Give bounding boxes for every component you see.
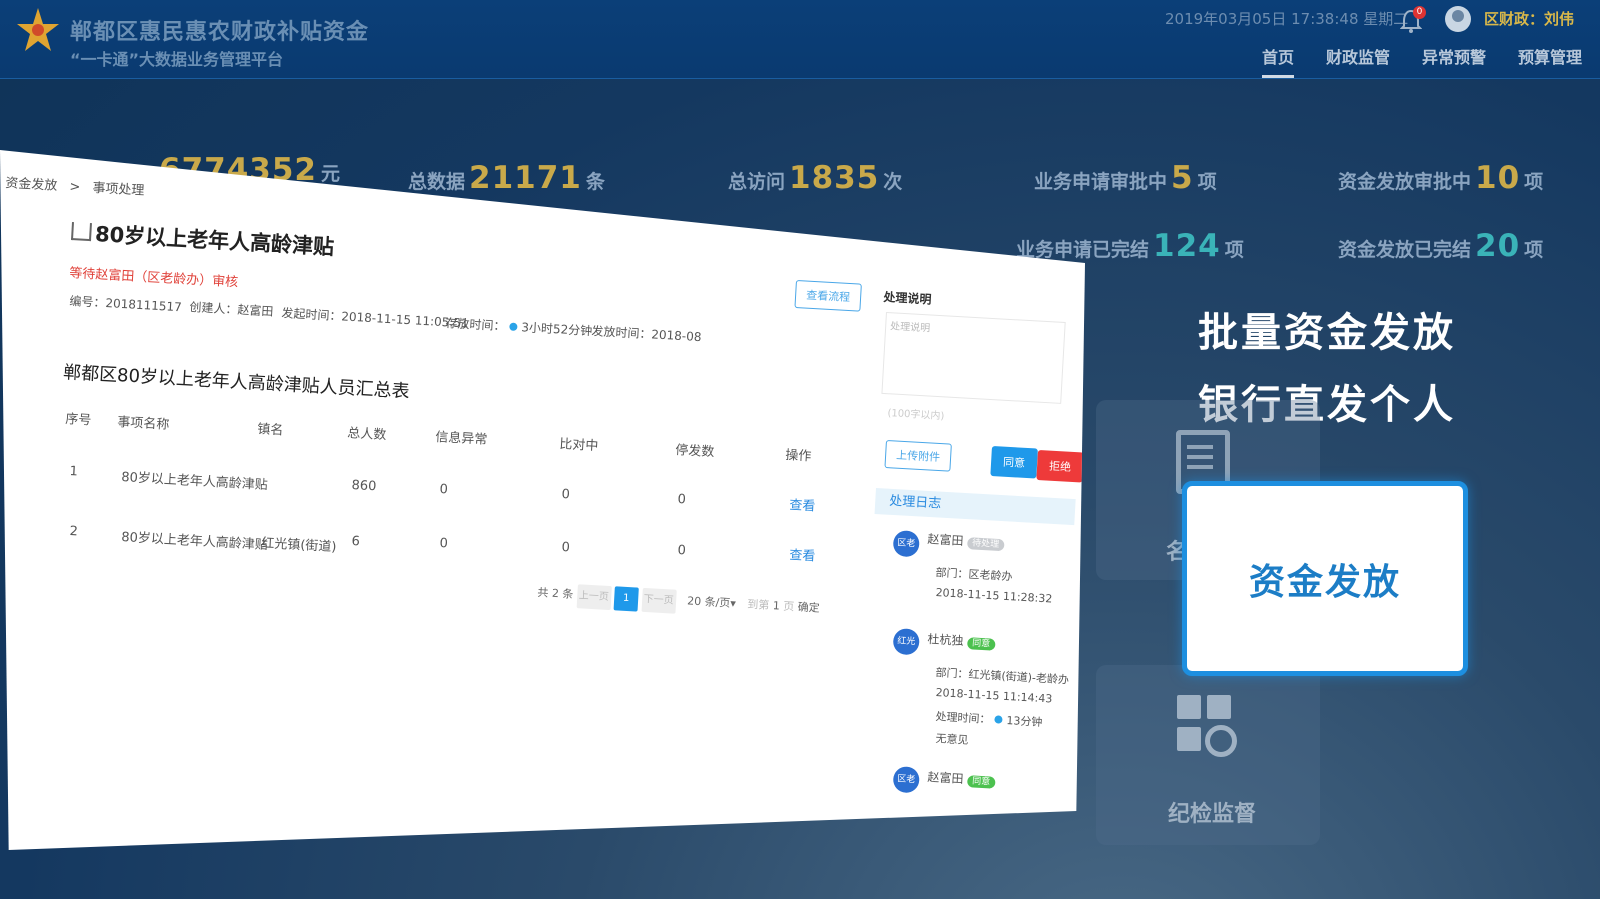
pager-goto-input[interactable]: 1: [772, 599, 780, 612]
meta-start-time: 发起时间：2018-11-15 11:05:51: [281, 305, 470, 331]
fund-disbursement-label: 资金发放: [1248, 561, 1401, 603]
col-town: 镇名: [256, 421, 284, 439]
breadcrumb-funds[interactable]: 资金发放: [5, 176, 58, 194]
discipline-supervision-label[interactable]: 纪检监督: [1168, 796, 1256, 828]
top-bar: 郸都区惠民惠农财政补贴资金 “一卡通”大数据业务管理平台 2019年03月05日…: [0, 0, 1600, 79]
log-note: 无意见: [935, 731, 969, 747]
col-index: 序号: [64, 411, 92, 429]
fund-disbursement-card[interactable]: 资金发放: [1182, 481, 1468, 676]
cell-item-name: 80岁以上老年人高龄津贴: [120, 529, 269, 554]
status-dot-icon: [509, 322, 518, 331]
stat-fund-done: 资金发放已完结 20 项: [1338, 228, 1544, 264]
platform-title: 郸都区惠民惠农财政补贴资金: [70, 20, 370, 45]
log-dept: 部门：红光镇(街道)-老龄办: [935, 665, 1070, 687]
log-duration: 处理时间： 13分钟: [935, 709, 1043, 729]
inspection-icon: [1177, 695, 1237, 769]
stat-fund-pending: 资金发放审批中 10 项: [1338, 160, 1544, 196]
current-datetime: 2019年03月05日 17:38:48 星期二: [1165, 10, 1409, 28]
note-limit: (100字以内): [887, 407, 945, 423]
nav-finance-supervision[interactable]: 财政监管: [1326, 44, 1390, 78]
col-actions: 操作: [784, 447, 812, 465]
await-status: 等待赵富田（区老龄办）审核: [68, 265, 239, 291]
log-time: 2018-11-15 11:28:32: [935, 586, 1053, 606]
stat-total-data: 总数据 21171 条: [408, 160, 605, 196]
pager-total: 共 2 条: [537, 585, 574, 601]
pager-prev-button[interactable]: 上一页: [576, 584, 612, 611]
status-tag: 同意: [966, 637, 996, 651]
detail-panel: 资金发放 > 事项处理 80岁以上老年人高龄津贴 等待赵富田（区老龄办）审核 编…: [0, 150, 1085, 850]
avatar[interactable]: [1445, 6, 1471, 32]
pager-goto-label: 到第: [746, 597, 770, 612]
status-tag: 同意: [966, 775, 996, 789]
log-time: 2018-11-15 11:14:43: [935, 686, 1053, 706]
nav-budget-management[interactable]: 预算管理: [1518, 44, 1582, 78]
table-title: 郸都区80岁以上老年人高龄津贴人员汇总表: [62, 361, 411, 403]
col-info-abnormal: 信息异常: [434, 429, 488, 448]
approve-button[interactable]: 同意: [990, 446, 1038, 479]
pager-page-unit: 页: [782, 599, 795, 614]
pagination: 共 2 条 上一页 1 下一页 20 条/页▾ 到第 1 页 确定: [537, 582, 821, 622]
stat-total-visits: 总访问 1835 次: [728, 160, 903, 196]
promo-line-batch: 批量资金发放: [1198, 310, 1456, 356]
meta-issue-time: 发放时间：2018-08: [591, 323, 702, 345]
cell-info-abnormal: 0: [439, 482, 449, 498]
col-item-name: 事项名称: [116, 414, 170, 433]
current-user[interactable]: 区财政：刘伟: [1484, 8, 1574, 29]
pager-size-select[interactable]: 20 条/页▾: [687, 594, 736, 610]
col-stopped: 停发数: [674, 442, 715, 461]
meta-stay: 存放时间： 3小时52分钟: [445, 315, 593, 339]
pager-confirm-button[interactable]: 确定: [797, 601, 820, 615]
meta-number: 编号：2018111517: [69, 293, 183, 315]
view-link[interactable]: 查看: [789, 494, 816, 514]
breadcrumb: 资金发放 > 事项处理: [5, 172, 145, 199]
status-dot-icon: [994, 715, 1003, 724]
view-link[interactable]: 查看: [789, 544, 816, 564]
cell-item-name: 80岁以上老年人高龄津贴: [120, 469, 269, 494]
cell-total: 6: [351, 534, 361, 550]
cell-total: 860: [351, 478, 377, 495]
cell-comparing: 0: [561, 487, 571, 503]
page-title: 80岁以上老年人高龄津贴: [94, 221, 335, 260]
cell-info-abnormal: 0: [439, 536, 449, 552]
log-avatar: 区老: [892, 766, 920, 794]
nav-anomaly-warning[interactable]: 异常预警: [1422, 44, 1486, 78]
breadcrumb-separator: >: [68, 179, 81, 196]
status-tag: 待处理: [966, 537, 1005, 552]
process-note-label: 处理说明: [883, 289, 932, 307]
col-comparing: 比对中: [558, 436, 599, 455]
log-user: 赵富田 同意: [927, 768, 996, 789]
platform-subtitle: “一卡通”大数据业务管理平台: [70, 50, 284, 69]
nav-home[interactable]: 首页: [1262, 44, 1295, 78]
notification-badge: 0: [1413, 6, 1426, 19]
log-user: 赵富田 待处理: [927, 530, 1005, 552]
reject-button[interactable]: 拒绝: [1036, 450, 1084, 483]
stat-biz-done: 业务申请已完结 124 项: [1016, 228, 1244, 264]
cell-index: 1: [69, 464, 79, 480]
cell-stopped: 0: [677, 543, 687, 559]
cell-stopped: 0: [677, 492, 687, 508]
log-avatar: 区老: [892, 530, 920, 558]
meta-creator: 创建人：赵富田: [189, 299, 274, 319]
process-note-input[interactable]: 处理说明: [881, 312, 1066, 404]
breadcrumb-current: 事项处理: [92, 180, 145, 199]
log-avatar: 红光: [892, 628, 920, 656]
col-total: 总人数: [346, 425, 387, 444]
view-flow-button[interactable]: 查看流程: [794, 280, 862, 312]
log-header: 处理日志: [874, 488, 1076, 526]
log-user: 杜杭独 同意: [927, 630, 996, 651]
pager-next-button[interactable]: 下一页: [640, 587, 677, 614]
pager-page-1[interactable]: 1: [613, 586, 639, 612]
cell-town: 红光镇(街道): [260, 535, 337, 556]
upload-attachment-button[interactable]: 上传附件: [884, 440, 952, 472]
log-dept: 部门：区老龄办: [935, 565, 1013, 584]
cell-index: 2: [69, 524, 79, 540]
star-logo-icon: [17, 8, 59, 51]
stat-biz-pending: 业务申请审批中 5 项: [1034, 160, 1217, 196]
cell-comparing: 0: [561, 540, 571, 556]
home-icon: [70, 222, 92, 242]
main-nav: 首页 财政监管 异常预警 预算管理: [1262, 44, 1582, 78]
